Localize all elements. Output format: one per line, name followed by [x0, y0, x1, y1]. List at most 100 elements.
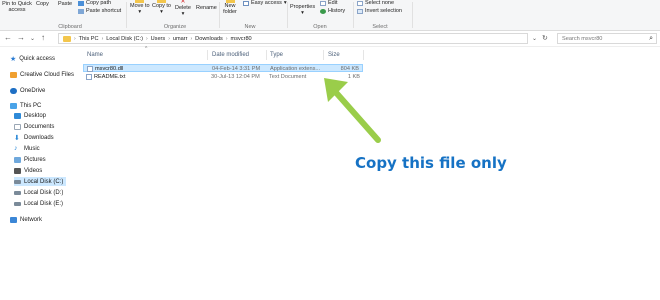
- paste-shortcut-button[interactable]: Paste shortcut: [78, 8, 121, 15]
- nav-item-local-disk-c[interactable]: Local Disk (C:): [14, 177, 66, 186]
- nav-item-network[interactable]: Network: [10, 215, 42, 224]
- breadcrumb-msvcr80[interactable]: msvcr80: [231, 36, 252, 42]
- chevron-right-icon: ›: [168, 35, 170, 42]
- nav-item-documents[interactable]: Documents: [14, 122, 54, 131]
- search-input[interactable]: Search msvcr80 ⌕: [557, 33, 657, 44]
- nav-item-local-disk-d[interactable]: Local Disk (D:): [14, 188, 63, 197]
- folder-icon: [63, 35, 71, 42]
- videos-icon: [14, 167, 21, 174]
- refresh-icon[interactable]: ↻: [542, 34, 548, 42]
- music-icon: ♪: [14, 145, 18, 152]
- chevron-right-icon: ›: [74, 35, 76, 42]
- rename-button[interactable]: Rename: [196, 5, 217, 11]
- nav-item-creative-cloud-files[interactable]: Creative Cloud Files: [10, 70, 74, 79]
- paste-button[interactable]: Paste: [58, 1, 72, 7]
- recent-locations-icon[interactable]: ⌄: [30, 35, 35, 42]
- organize-group-label: Organize: [163, 24, 187, 30]
- column-header-size[interactable]: Size: [328, 52, 340, 58]
- move-to-dropdown-icon: ▾: [138, 9, 142, 15]
- chevron-right-icon: ›: [145, 35, 148, 42]
- drive-icon: [14, 201, 21, 206]
- delete-button[interactable]: ✕ Delete ▾: [175, 0, 191, 17]
- select-none-icon: [357, 1, 363, 6]
- chevron-right-icon: ›: [190, 35, 193, 42]
- history-button[interactable]: History: [320, 8, 345, 15]
- column-header-type[interactable]: Type: [270, 52, 283, 58]
- column-divider[interactable]: [323, 50, 324, 60]
- column-header-name[interactable]: Name: [87, 52, 103, 58]
- file-date: 30-Jul-13 12:04 PM: [211, 74, 260, 80]
- file-row-msvcr80-dll[interactable]: msvcr80.dll 04-Feb-14 3:31 PM Applicatio…: [83, 64, 363, 72]
- cloud-icon: [10, 87, 17, 94]
- nav-item-quick-access[interactable]: ★ Quick access: [10, 54, 55, 63]
- breadcrumb-downloads[interactable]: Downloads: [195, 36, 223, 42]
- breadcrumb-this-pc[interactable]: This PC: [79, 36, 99, 42]
- address-bar[interactable]: › This PC › Local Disk (C:) › Users › um…: [58, 33, 528, 44]
- easy-access-button[interactable]: Easy access ▾: [243, 0, 287, 7]
- file-size: 804 KB: [340, 66, 359, 72]
- nav-item-music[interactable]: ♪ Music: [14, 144, 40, 153]
- breadcrumb-local-disk-c[interactable]: Local Disk (C:): [106, 36, 143, 42]
- nav-item-this-pc[interactable]: This PC: [10, 101, 41, 110]
- select-group-label: Select: [372, 24, 388, 30]
- properties-button[interactable]: Properties ▾: [290, 4, 315, 16]
- breadcrumb-users[interactable]: Users: [151, 36, 166, 42]
- nav-item-pictures[interactable]: Pictures: [14, 155, 46, 164]
- pictures-icon: [14, 156, 21, 163]
- chevron-right-icon: ›: [225, 35, 228, 42]
- nav-item-downloads[interactable]: ⬇ Downloads: [14, 133, 54, 142]
- forward-arrow-icon[interactable]: →: [17, 33, 25, 42]
- desktop-icon: [14, 112, 21, 119]
- column-divider[interactable]: [363, 50, 364, 60]
- computer-icon: [10, 102, 17, 109]
- file-name: README.txt: [94, 74, 126, 80]
- address-dropdown-icon[interactable]: ⌄: [532, 35, 537, 42]
- copy-path-button[interactable]: Copy path: [78, 0, 111, 7]
- ribbon-separator: [353, 2, 354, 28]
- copy-to-button[interactable]: Copy to ▾: [152, 0, 171, 15]
- file-name: msvcr80.dll: [95, 66, 124, 72]
- address-row: ← → ⌄ ↑ › This PC › Local Disk (C:) › Us…: [0, 31, 660, 47]
- annotation-arrow-icon: [324, 78, 381, 143]
- breadcrumb-umarr[interactable]: umarr: [173, 36, 188, 42]
- ribbon-separator: [412, 2, 413, 28]
- drive-icon: [14, 190, 21, 195]
- sort-ascending-icon: ^: [145, 46, 148, 52]
- invert-selection-button[interactable]: Invert selection: [357, 8, 402, 15]
- file-date: 04-Feb-14 3:31 PM: [212, 66, 261, 72]
- new-folder-button[interactable]: New folder: [222, 0, 238, 15]
- back-arrow-icon[interactable]: ←: [4, 33, 12, 42]
- select-none-button[interactable]: Select none: [357, 0, 394, 7]
- drive-icon: [14, 179, 21, 184]
- copy-button[interactable]: Copy: [36, 1, 49, 7]
- dll-file-icon: [87, 66, 93, 72]
- up-arrow-icon[interactable]: ↑: [41, 33, 45, 42]
- text-file-icon: [86, 74, 92, 80]
- edit-icon: [320, 1, 326, 6]
- nav-item-onedrive[interactable]: OneDrive: [10, 86, 45, 95]
- move-to-button[interactable]: Move to ▾: [130, 0, 150, 15]
- ribbon-separator: [287, 2, 288, 28]
- paste-shortcut-icon: [78, 9, 84, 14]
- nav-item-local-disk-e[interactable]: Local Disk (E:): [14, 199, 63, 208]
- creative-cloud-icon: [10, 71, 17, 78]
- copy-to-dropdown-icon: ▾: [160, 9, 163, 15]
- history-icon: [320, 9, 326, 14]
- annotation-callout: Copy this file only: [355, 154, 507, 172]
- pin-to-quick-access-button[interactable]: Pin to Quick access: [2, 1, 32, 13]
- nav-item-videos[interactable]: Videos: [14, 166, 42, 175]
- downloads-icon: ⬇: [14, 134, 20, 142]
- network-icon: [10, 216, 17, 223]
- column-header-date-modified[interactable]: Date modified: [212, 52, 249, 58]
- open-group-label: Open: [313, 24, 327, 30]
- edit-button[interactable]: Edit: [320, 0, 337, 7]
- easy-access-icon: [243, 1, 249, 6]
- clipboard-group-label: Clipboard: [58, 24, 82, 30]
- ribbon-separator: [219, 2, 220, 28]
- documents-icon: [14, 123, 21, 130]
- column-divider[interactable]: [207, 50, 208, 60]
- invert-selection-icon: [357, 9, 363, 14]
- chevron-right-icon: ›: [101, 35, 104, 42]
- nav-item-desktop[interactable]: Desktop: [14, 111, 46, 120]
- column-divider[interactable]: [266, 50, 267, 60]
